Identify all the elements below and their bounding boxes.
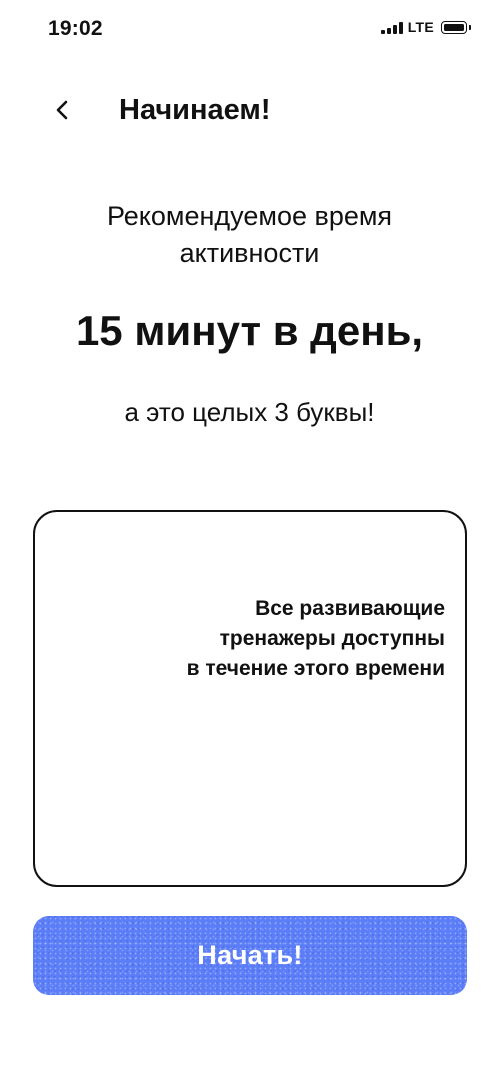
recommended-time-caption: Рекомендуемое время активности	[0, 198, 499, 272]
info-card-text: Все развивающие тренажеры доступны в теч…	[186, 597, 445, 680]
page-title: Начинаем!	[119, 94, 271, 126]
caption-line-1: Рекомендуемое время	[106, 201, 393, 231]
status-time: 19:02	[48, 17, 103, 40]
time-headline: 15 минут в день,	[75, 307, 424, 354]
status-indicators: LTE	[380, 19, 471, 35]
signal-icon	[380, 21, 403, 34]
header: Начинаем!	[0, 88, 499, 132]
caption-line-2: активности	[179, 238, 320, 268]
tagline: а это целых 3 буквы!	[124, 397, 375, 427]
back-button[interactable]	[44, 92, 80, 128]
info-card: Все развивающие тренажеры доступны в теч…	[33, 510, 467, 887]
battery-icon	[441, 20, 471, 34]
network-label: LTE	[407, 19, 434, 35]
status-bar: 19:02 LTE	[0, 0, 499, 58]
start-button[interactable]: Начать!	[33, 916, 467, 995]
chevron-left-icon	[56, 100, 68, 120]
